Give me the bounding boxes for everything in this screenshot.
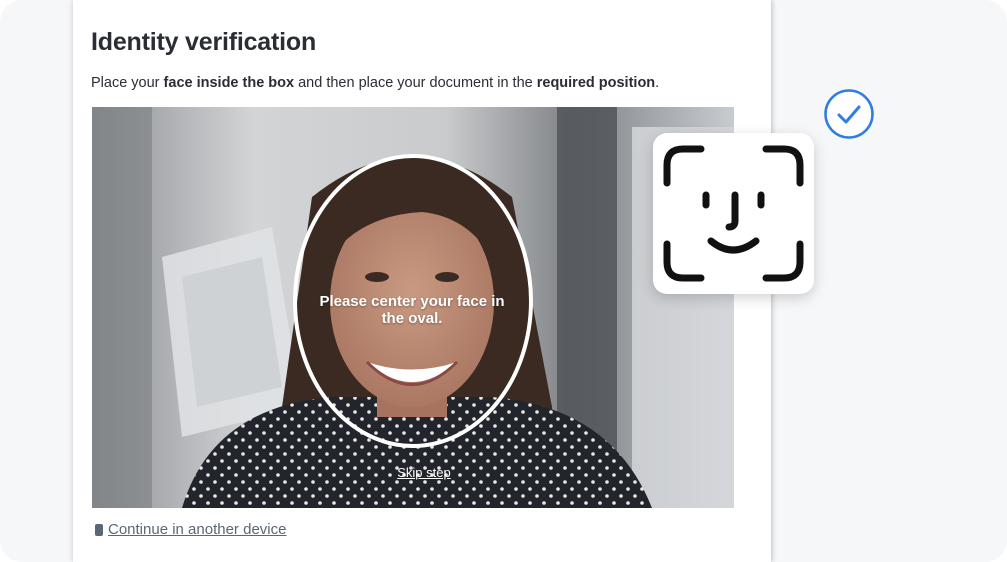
instructions-bold2: required position [536, 75, 656, 91]
instructions-bold1: face inside the box [163, 75, 295, 91]
page-title: Identity verification [91, 28, 317, 56]
face-id-icon [663, 145, 804, 282]
continue-another-device-link[interactable]: Continue in another device [95, 521, 286, 538]
instructions-part2: and then place your document in the [294, 75, 537, 91]
oval-guide-message: Please center your face in the oval. [319, 293, 505, 327]
camera-preview: Please center your face in the oval. Ski… [92, 107, 734, 508]
instructions-part1: Place your [91, 75, 164, 91]
instructions-text: Place your face inside the box and then … [91, 75, 659, 91]
continue-another-device-label: Continue in another device [108, 521, 287, 538]
app-frame: Identity verification Place your face in… [0, 0, 1007, 562]
phone-icon [95, 523, 103, 536]
instructions-part3: . [655, 75, 660, 91]
face-id-card [653, 133, 814, 294]
skip-step-link[interactable]: Skip step [362, 465, 486, 480]
check-circle-icon [823, 88, 875, 145]
